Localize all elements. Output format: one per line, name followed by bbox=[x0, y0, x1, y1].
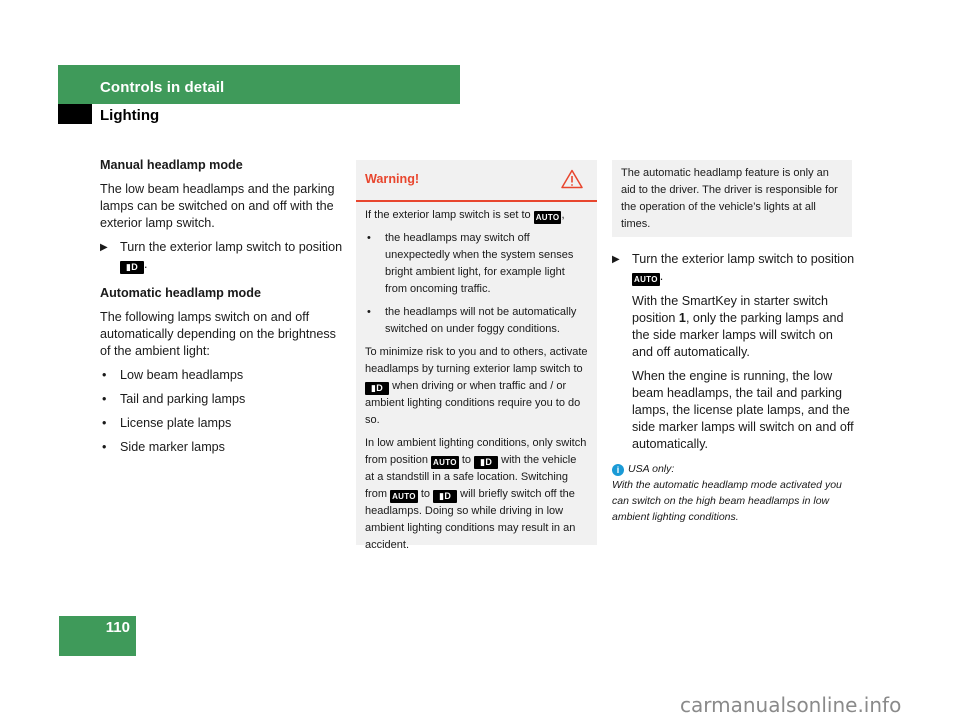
bullet-icon: • bbox=[367, 306, 371, 318]
engine-running-text: When the engine is running, the low beam… bbox=[632, 369, 854, 451]
low-beam-symbol-icon: ▮D bbox=[120, 261, 144, 274]
right-column: ▶ Turn the exterior lamp switch to posit… bbox=[612, 251, 857, 460]
auto-mode-text: The following lamps switch on and off au… bbox=[100, 310, 336, 358]
warning-title: Warning! bbox=[365, 172, 420, 186]
low-beam-symbol-icon: ▮D bbox=[474, 456, 499, 469]
warning-paragraph-3: In low ambient lighting conditions, only… bbox=[365, 437, 587, 551]
auto-symbol-icon: AUTO bbox=[431, 456, 459, 469]
list-item: • Tail and parking lamps bbox=[102, 392, 246, 406]
auto-symbol-icon: AUTO bbox=[632, 273, 660, 286]
manual-step-text: Turn the exterior lamp switch to positio… bbox=[120, 240, 343, 254]
list-item: • Side marker lamps bbox=[102, 440, 225, 454]
auto-lamps-list: • Low beam headlamps • Tail and parking la… bbox=[100, 367, 345, 456]
page-number-box: 110 bbox=[59, 616, 136, 656]
manual-mode-heading: Manual headlamp mode bbox=[100, 158, 243, 172]
section-title: Controls in detail bbox=[100, 79, 225, 96]
bullet-icon: • bbox=[102, 368, 107, 382]
info-label: USA only: bbox=[628, 463, 675, 475]
info-note: i USA only: With the automatic headlamp m… bbox=[612, 461, 857, 525]
subsection-marker bbox=[58, 104, 92, 124]
list-item: • the headlamps may switch off unexpected… bbox=[367, 232, 574, 295]
warning-header: Warning! bbox=[356, 160, 597, 202]
warning-body: If the exterior lamp switch is set to AU… bbox=[356, 202, 597, 554]
bullet-icon: • bbox=[367, 232, 371, 244]
low-beam-symbol-icon: ▮D bbox=[433, 490, 458, 503]
note-box: The automatic headlamp feature is only a… bbox=[612, 160, 852, 237]
bullet-icon: • bbox=[102, 392, 107, 406]
auto-mode-heading: Automatic headlamp mode bbox=[100, 286, 261, 300]
subsection-title: Lighting bbox=[100, 107, 160, 124]
note-text: The automatic headlamp feature is only a… bbox=[621, 167, 838, 230]
left-column: Manual headlamp mode The low beam headla… bbox=[100, 157, 345, 463]
manual-step: ▶ Turn the exterior lamp switch to posit… bbox=[100, 240, 343, 274]
auto-symbol-icon: AUTO bbox=[533, 211, 562, 224]
bullet-icon: • bbox=[102, 440, 107, 454]
smartkey-text: With the SmartKey in starter switch posi… bbox=[632, 294, 844, 359]
warning-triangle-icon bbox=[561, 169, 583, 189]
manual-mode-text: The low beam headlamps and the parking l… bbox=[100, 182, 335, 230]
step-arrow-icon: ▶ bbox=[100, 242, 108, 253]
page-number: 110 bbox=[105, 619, 130, 636]
warning-paragraph-2: To minimize risk to you and to others, a… bbox=[365, 346, 588, 426]
bullet-icon: • bbox=[102, 416, 107, 430]
list-item: • the headlamps will not be automatically… bbox=[367, 306, 577, 335]
auto-step: ▶ Turn the exterior lamp switch to posit… bbox=[612, 252, 855, 286]
warning-box: Warning! If the exterior lamp switch is … bbox=[356, 160, 597, 551]
step-arrow-icon: ▶ bbox=[612, 254, 620, 265]
auto-step-text: Turn the exterior lamp switch to positio… bbox=[632, 252, 855, 266]
auto-symbol-icon: AUTO bbox=[390, 490, 418, 503]
info-text: With the automatic headlamp mode activat… bbox=[612, 479, 842, 523]
low-beam-symbol-icon: ▮D bbox=[365, 382, 389, 395]
watermark: carmanualsonline.info bbox=[680, 693, 902, 717]
list-item: • License plate lamps bbox=[102, 416, 232, 430]
info-icon: i bbox=[612, 464, 624, 476]
list-item: • Low beam headlamps bbox=[102, 368, 244, 382]
warning-list: • the headlamps may switch off unexpected… bbox=[365, 230, 588, 338]
